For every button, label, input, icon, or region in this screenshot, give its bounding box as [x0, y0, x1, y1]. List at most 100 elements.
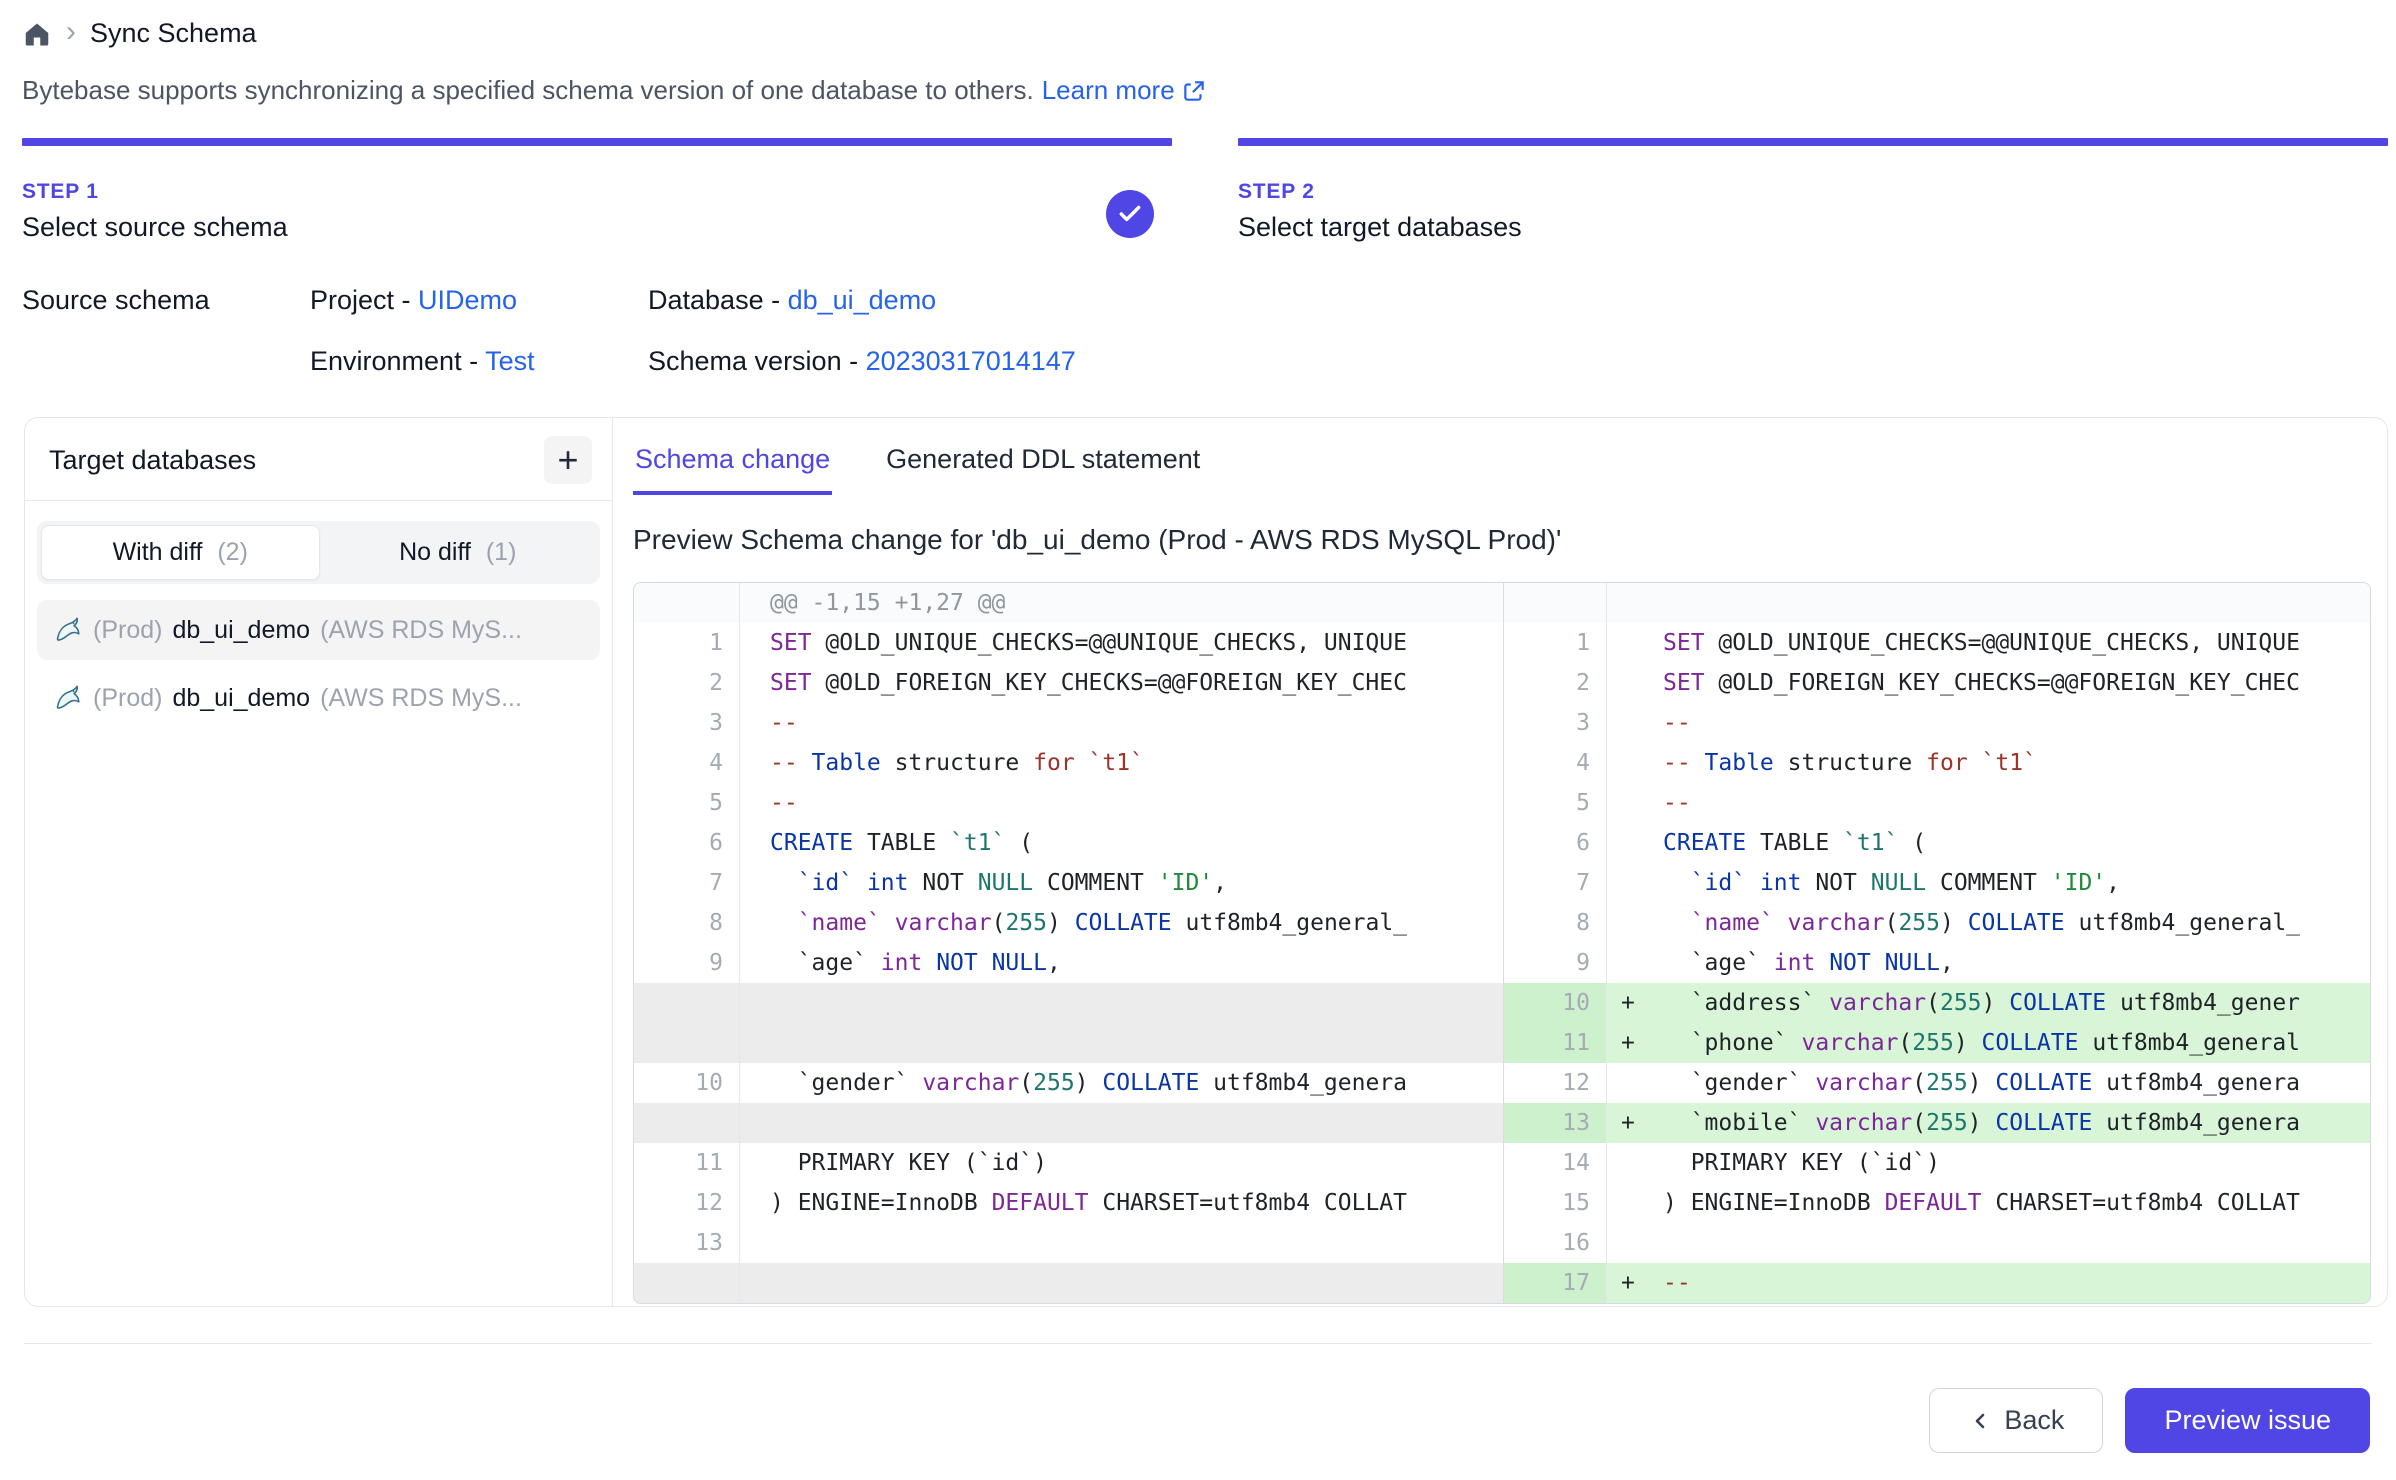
diff-line-number-new: 16: [1503, 1223, 1607, 1263]
added-line-sign: +: [1621, 1263, 1635, 1303]
sync-content-panel: Target databases + With diff (2)No diff …: [24, 417, 2388, 1307]
diff-code-line-new: +--: [1607, 1263, 2370, 1303]
diff-code-line-old: CREATE TABLE `t1` (: [740, 823, 1503, 863]
diff-line-number-old: 5: [634, 783, 740, 823]
diff-line-number-new: [1503, 583, 1607, 623]
diff-line-number-new: 10: [1503, 983, 1607, 1023]
diff-code-line-new: `gender` varchar(255) COLLATE utf8mb4_ge…: [1607, 1063, 2370, 1103]
chevron-left-icon: [1968, 1409, 1992, 1433]
diff-line-number-new: 13: [1503, 1103, 1607, 1143]
diff-line-number-new: 6: [1503, 823, 1607, 863]
diff-code-line-new: SET @OLD_FOREIGN_KEY_CHECKS=@@FOREIGN_KE…: [1607, 663, 2370, 703]
diff-code-line-old: [740, 1263, 1503, 1303]
preview-issue-button[interactable]: Preview issue: [2125, 1388, 2370, 1453]
diff-line-number-old: 8: [634, 903, 740, 943]
diff-line-number-old: 7: [634, 863, 740, 903]
step1-progress-bar: [22, 138, 1172, 146]
environment-link[interactable]: Test: [485, 346, 535, 376]
diff-code-line-old: SET @OLD_UNIQUE_CHECKS=@@UNIQUE_CHECKS, …: [740, 623, 1503, 663]
diff-code-line-old: --: [740, 703, 1503, 743]
database-link[interactable]: db_ui_demo: [788, 285, 937, 315]
diff-line-number-new: 11: [1503, 1023, 1607, 1063]
diff-line-number-new: 9: [1503, 943, 1607, 983]
check-circle-icon: [1106, 190, 1154, 238]
database-field: Database - db_ui_demo: [648, 285, 1076, 316]
step1-label: STEP 1: [22, 180, 1172, 204]
diff-line-number-new: 4: [1503, 743, 1607, 783]
back-button[interactable]: Back: [1929, 1388, 2103, 1453]
diff-line-number-old: [634, 983, 740, 1023]
learn-more-link[interactable]: Learn more: [1042, 75, 1207, 106]
target-databases-title: Target databases: [49, 445, 256, 476]
schema-preview-panel: Schema change Generated DDL statement Pre…: [613, 418, 2387, 1306]
schema-version-field: Schema version - 20230317014147: [648, 346, 1076, 377]
diff-code-line-new: `id` int NOT NULL COMMENT 'ID',: [1607, 863, 2370, 903]
diff-line-number-new: 14: [1503, 1143, 1607, 1183]
diff-code-line-old: ) ENGINE=InnoDB DEFAULT CHARSET=utf8mb4 …: [740, 1183, 1503, 1223]
diff-line-number-old: 1: [634, 623, 740, 663]
diff-code-line-old: [740, 983, 1503, 1023]
diff-line-number-new: 8: [1503, 903, 1607, 943]
diff-code-line-new: PRIMARY KEY (`id`): [1607, 1143, 2370, 1183]
schema-version-link[interactable]: 20230317014147: [866, 346, 1076, 376]
diff-code-line-old: PRIMARY KEY (`id`): [740, 1143, 1503, 1183]
diff-line-number-new: 15: [1503, 1183, 1607, 1223]
diff-code-line-new: SET @OLD_UNIQUE_CHECKS=@@UNIQUE_CHECKS, …: [1607, 623, 2370, 663]
added-line-sign: +: [1621, 1023, 1635, 1063]
diff-line-number-old: [634, 583, 740, 623]
diff-code-line-new: + `phone` varchar(255) COLLATE utf8mb4_g…: [1607, 1023, 2370, 1063]
diff-code-line-old: [740, 1023, 1503, 1063]
chevron-right-icon: ›: [66, 17, 76, 47]
step2-title: Select target databases: [1238, 212, 2388, 243]
schema-diff-view[interactable]: @@ -1,15 +1,27 @@1SET @OLD_UNIQUE_CHECKS…: [633, 582, 2371, 1304]
add-database-button[interactable]: +: [544, 436, 592, 484]
diff-line-number-new: 12: [1503, 1063, 1607, 1103]
diff-line-number-old: 12: [634, 1183, 740, 1223]
diff-code-line-new: [1607, 583, 2370, 623]
database-list: (Prod) db_ui_demo (AWS RDS MyS... (Prod)…: [25, 590, 612, 738]
home-icon[interactable]: [22, 19, 52, 49]
description-text: Bytebase supports synchronizing a specif…: [22, 75, 1034, 106]
database-environment: (Prod): [93, 616, 162, 645]
diff-code-line-new: `name` varchar(255) COLLATE utf8mb4_gene…: [1607, 903, 2370, 943]
external-link-icon: [1181, 78, 1207, 104]
breadcrumb-current: Sync Schema: [90, 18, 257, 49]
diff-line-number-new: 5: [1503, 783, 1607, 823]
project-link[interactable]: UIDemo: [418, 285, 517, 315]
diff-line-number-new: 2: [1503, 663, 1607, 703]
diff-code-line-new: `age` int NOT NULL,: [1607, 943, 2370, 983]
diff-filter-tab[interactable]: With diff (2): [41, 525, 320, 580]
diff-code-line-new: --: [1607, 783, 2370, 823]
diff-line-number-old: 11: [634, 1143, 740, 1183]
step-2: STEP 2 Select target databases: [1238, 138, 2388, 243]
diff-code-line-old: `name` varchar(255) COLLATE utf8mb4_gene…: [740, 903, 1503, 943]
preview-title: Preview Schema change for 'db_ui_demo (P…: [633, 524, 2371, 556]
diff-line-number-old: 10: [634, 1063, 740, 1103]
added-line-sign: +: [1621, 983, 1635, 1023]
diff-line-number-old: 13: [634, 1223, 740, 1263]
diff-code-line-old: --: [740, 783, 1503, 823]
diff-code-line-old: -- Table structure for `t1`: [740, 743, 1503, 783]
source-schema-summary: Source schema Project - UIDemo Database …: [0, 243, 2396, 377]
preview-tab[interactable]: Generated DDL statement: [884, 438, 1202, 495]
diff-line-number-new: 17: [1503, 1263, 1607, 1303]
diff-code-line-new: CREATE TABLE `t1` (: [1607, 823, 2370, 863]
diff-code-line-new: [1607, 1223, 2370, 1263]
project-field: Project - UIDemo: [310, 285, 648, 316]
diff-code-line-old: SET @OLD_FOREIGN_KEY_CHECKS=@@FOREIGN_KE…: [740, 663, 1503, 703]
diff-filter-tab[interactable]: No diff (1): [320, 525, 597, 580]
target-database-item[interactable]: (Prod) db_ui_demo (AWS RDS MyS...: [37, 600, 600, 660]
diff-line-number-old: [634, 1023, 740, 1063]
mysql-icon: [51, 682, 83, 714]
diff-code-line-old: `id` int NOT NULL COMMENT 'ID',: [740, 863, 1503, 903]
database-instance: (AWS RDS MyS...: [320, 684, 522, 713]
diff-code-line-old: @@ -1,15 +1,27 @@: [740, 583, 1503, 623]
diff-line-number-old: 4: [634, 743, 740, 783]
diff-line-number-old: 2: [634, 663, 740, 703]
diff-line-number-old: 6: [634, 823, 740, 863]
target-database-item[interactable]: (Prod) db_ui_demo (AWS RDS MyS...: [37, 668, 600, 728]
added-line-sign: +: [1621, 1103, 1635, 1143]
preview-tab[interactable]: Schema change: [633, 438, 832, 495]
database-instance: (AWS RDS MyS...: [320, 616, 522, 645]
preview-tabs: Schema change Generated DDL statement: [633, 438, 2371, 496]
